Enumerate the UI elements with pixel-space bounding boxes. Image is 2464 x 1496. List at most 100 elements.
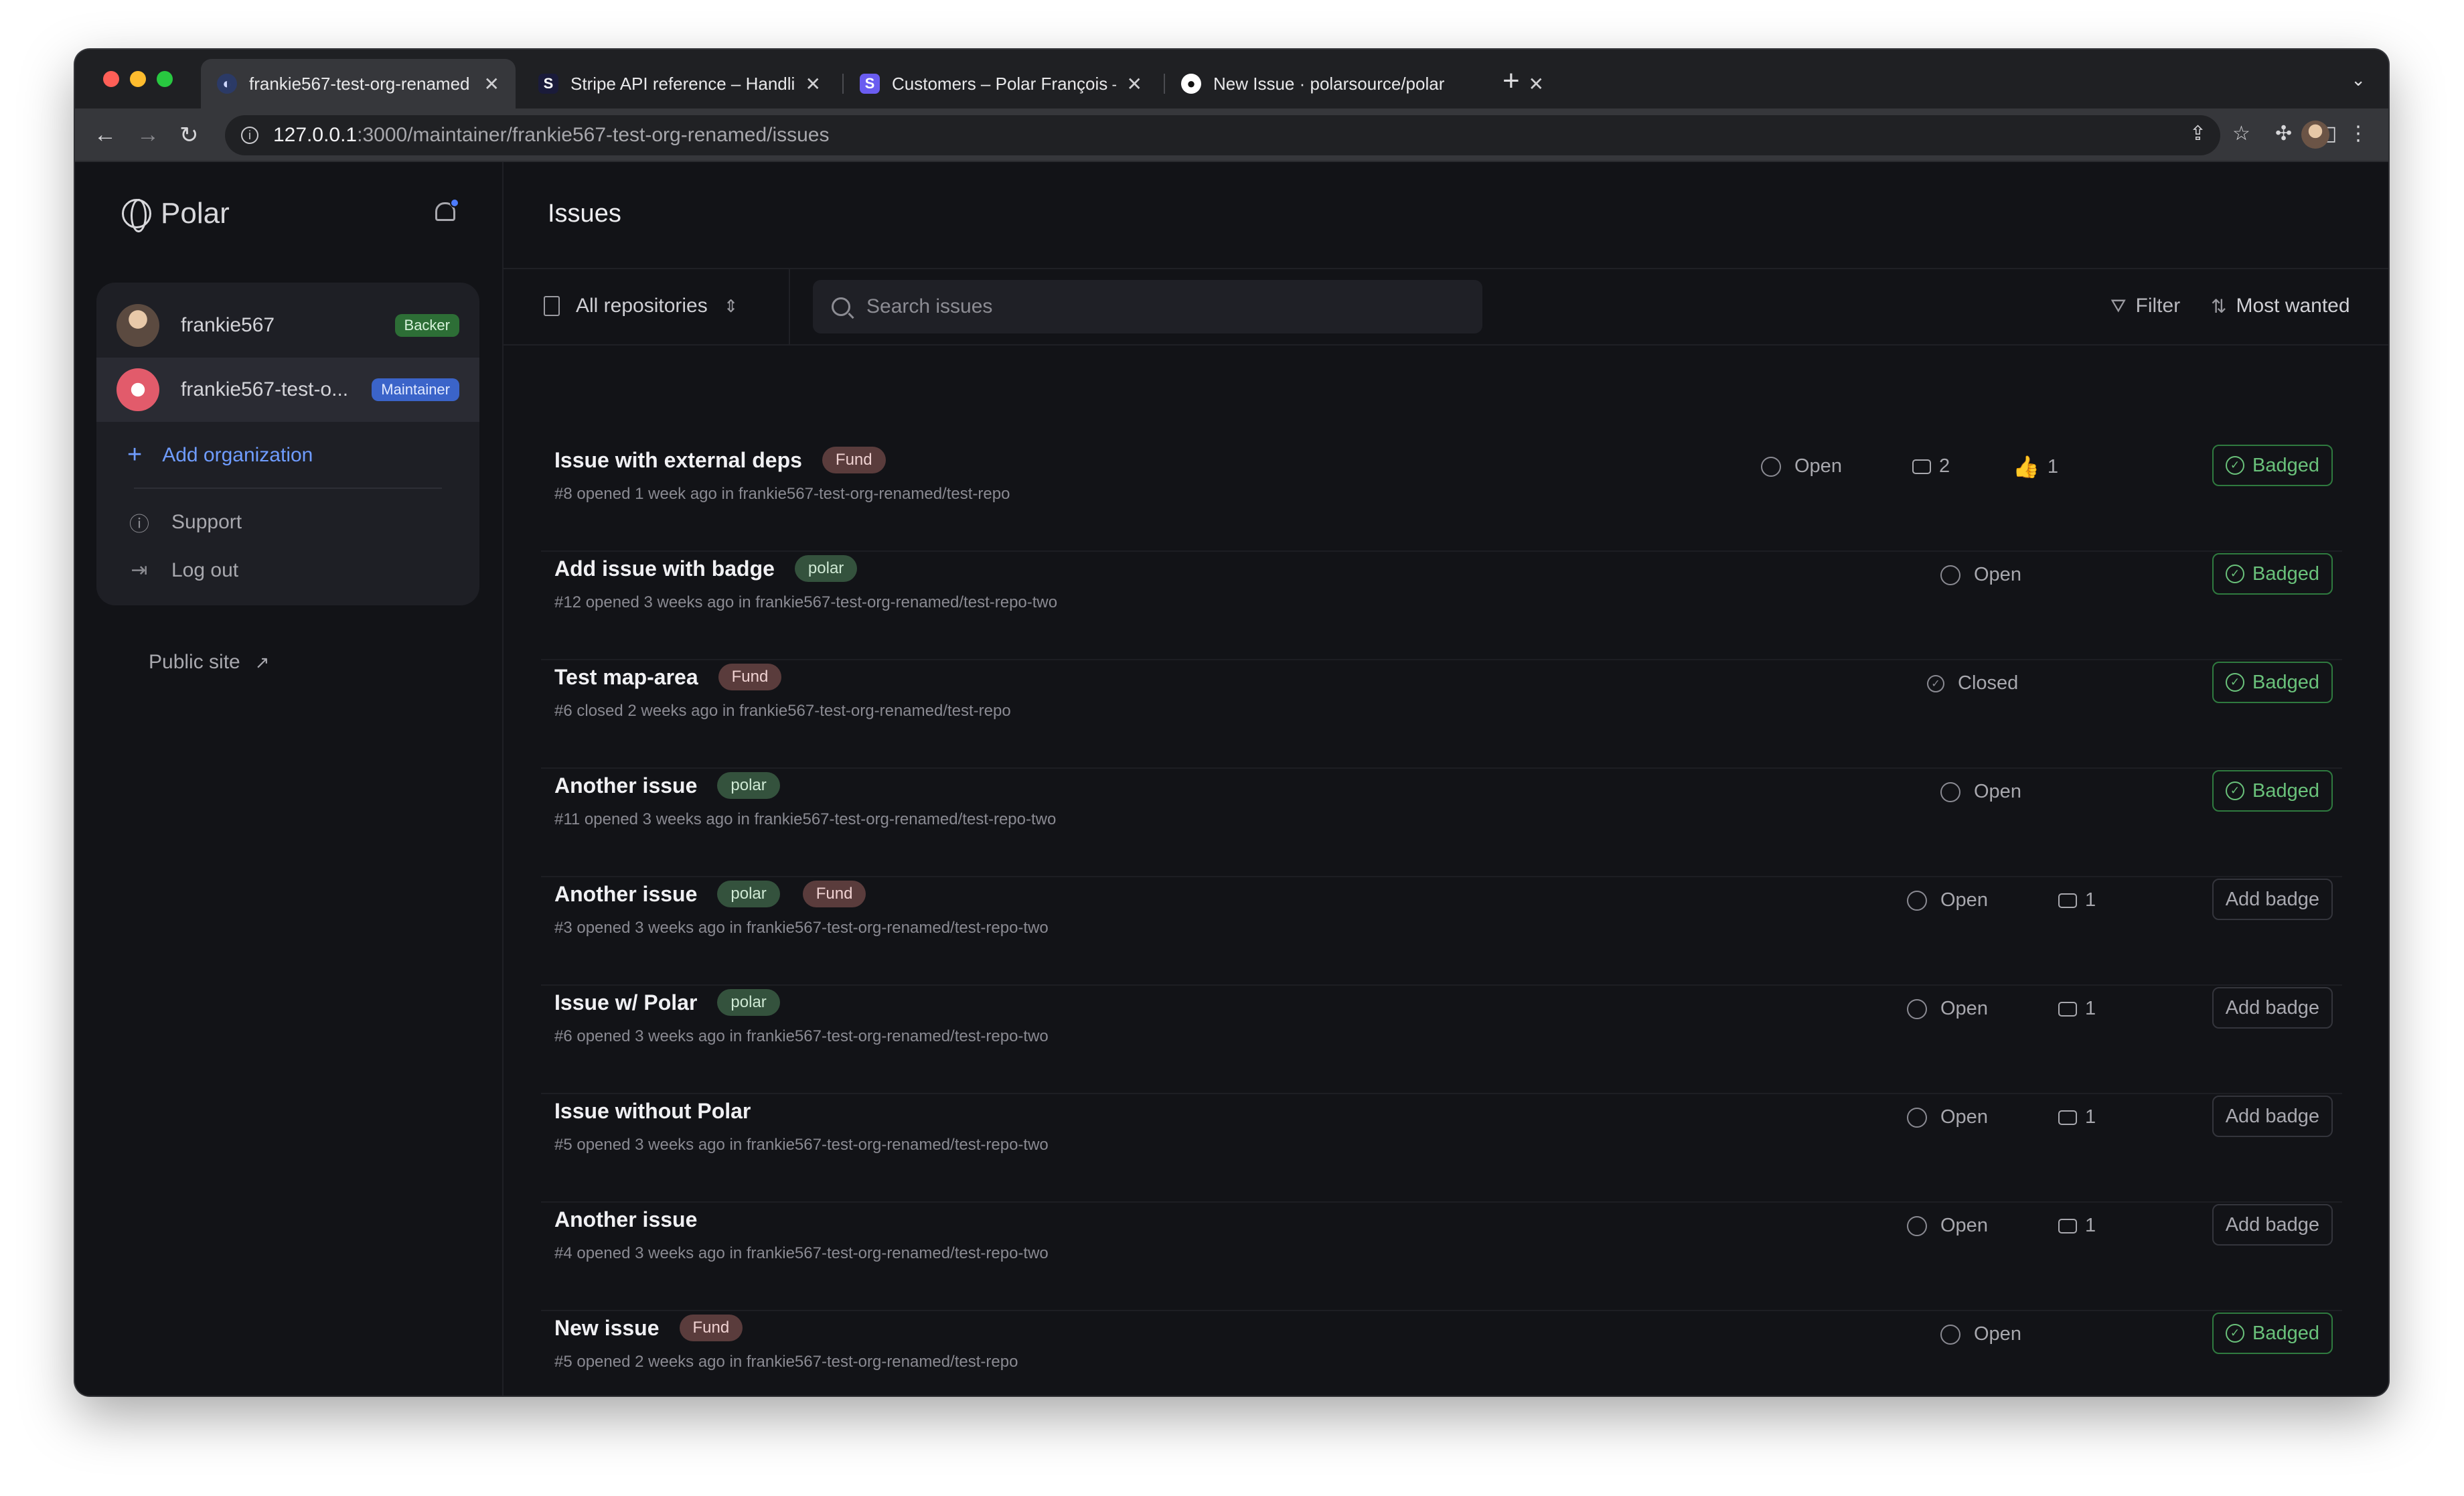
badged-button[interactable]: ✓ Badged (2212, 1313, 2333, 1354)
issue-title[interactable]: Another issue (554, 773, 697, 798)
issue-row[interactable]: Add issue with badge polar #12 opened 3 we… (541, 552, 2342, 660)
issue-meta: #11 opened 3 weeks ago in frankie567-tes… (554, 810, 1057, 828)
share-icon[interactable]: ⇪ (2189, 122, 2206, 145)
browser-tab[interactable]: S Customers – Polar François – ✕ (844, 59, 1158, 108)
close-tab-icon[interactable]: ✕ (1127, 73, 1142, 95)
issue-row[interactable]: Issue with external deps Fund #8 opened 1 … (541, 443, 2342, 552)
issue-title[interactable]: New issue (554, 1316, 660, 1341)
issue-state: Open (1761, 455, 1842, 477)
badge-label: Badged (2252, 779, 2319, 802)
public-site-link[interactable]: Public site ↗ (149, 651, 270, 674)
reload-icon[interactable]: ↻ (179, 122, 199, 149)
open-circle-icon (1907, 890, 1927, 911)
sort-button[interactable]: ⇅ Most wanted (2211, 295, 2350, 317)
check-circle-icon: ✓ (2226, 565, 2244, 583)
badged-button[interactable]: ✓ Badged (2212, 553, 2333, 595)
browser-tab[interactable]: ● New Issue · polarsource/polar ✕ (1165, 59, 1560, 108)
divider (134, 488, 442, 489)
tab-search-chevron-icon[interactable]: ⌄ (2351, 70, 2366, 90)
badge-label: Badged (2252, 563, 2319, 585)
add-badge-button[interactable]: Add badge (2212, 987, 2333, 1029)
issue-row[interactable]: Issue without Polar #5 opened 3 weeks ago… (541, 1094, 2342, 1203)
browser-tab[interactable]: ◐ frankie567-test-org-renamed ✕ (201, 59, 516, 108)
filter-button[interactable]: ⛛ Filter (2110, 295, 2180, 317)
badge-label: Badged (2252, 671, 2319, 693)
issue-state-label: Open (1974, 781, 2021, 802)
issue-label: polar (717, 881, 780, 907)
issue-row[interactable]: Test map-area Fund #6 closed 2 weeks ago i… (541, 660, 2342, 769)
maximize-window-button[interactable] (157, 71, 173, 87)
close-tab-icon[interactable]: ✕ (1529, 73, 1544, 95)
forward-icon[interactable]: → (137, 122, 159, 148)
close-tab-icon[interactable]: ✕ (805, 73, 821, 95)
plus-icon: + (127, 441, 143, 469)
minimize-window-button[interactable] (130, 71, 146, 87)
badge-label: Add badge (2225, 888, 2319, 910)
org-name: frankie567-test-o... (181, 378, 349, 400)
issue-title[interactable]: Issue w/ Polar (554, 990, 697, 1015)
issue-title[interactable]: Add issue with badge (554, 556, 775, 581)
badged-button[interactable]: ✓ Badged (2212, 445, 2333, 486)
issue-state-label: Closed (1958, 672, 2019, 694)
comment-bubble-icon (2058, 1218, 2077, 1233)
search-input[interactable]: Search issues (813, 280, 1482, 333)
comments-count: 1 (2058, 1106, 2096, 1128)
issue-state: ✓ Closed (1927, 672, 2018, 694)
chevron-up-down-icon: ⇕ (723, 295, 739, 316)
issue-title[interactable]: Another issue (554, 1207, 697, 1232)
add-badge-button[interactable]: Add badge (2212, 879, 2333, 920)
issue-row[interactable]: Issue w/ Polar polar #6 opened 3 weeks ago… (541, 986, 2342, 1094)
issue-row[interactable]: Another issue #4 opened 3 weeks ago in fr… (541, 1203, 2342, 1311)
issue-row[interactable]: Another issue polar Fund #3 opened 3 weeks … (541, 877, 2342, 986)
close-window-button[interactable] (103, 71, 119, 87)
issue-state-label: Open (1974, 564, 2021, 585)
address-bar[interactable]: i 127.0.0.1:3000/maintainer/frankie567-t… (225, 115, 2220, 155)
issue-title[interactable]: Test map-area (554, 665, 698, 690)
comments-number: 2 (1939, 455, 1950, 477)
add-badge-button[interactable]: Add badge (2212, 1204, 2333, 1246)
check-circle-icon: ✓ (2226, 781, 2244, 800)
sort-arrows-icon: ⇅ (2211, 295, 2227, 317)
issue-row[interactable]: New issue Fund #5 opened 2 weeks ago in fr… (541, 1311, 2342, 1396)
notification-dot (450, 198, 459, 208)
extensions-puzzle-icon[interactable]: ✣ (2275, 122, 2292, 145)
issue-title[interactable]: Another issue (554, 882, 697, 907)
add-organization-button[interactable]: + Add organization (127, 441, 313, 469)
profile-avatar[interactable] (2301, 121, 2329, 149)
support-link[interactable]: ⓘ Support (127, 508, 242, 537)
issue-state: Open (1907, 1215, 1988, 1237)
browser-tab[interactable]: S Stripe API reference – Handlin ✕ (522, 59, 837, 108)
issue-row[interactable]: Another issue polar #11 opened 3 weeks ago… (541, 769, 2342, 877)
notifications-bell-icon[interactable] (433, 198, 459, 225)
bookmark-star-icon[interactable]: ☆ (2232, 122, 2250, 145)
app-content: Polar frankie567 Backer frankie567-test-… (75, 162, 2388, 1396)
badged-button[interactable]: ✓ Badged (2212, 770, 2333, 812)
check-circle-icon: ✓ (2226, 1324, 2244, 1343)
issue-state: Open (1907, 889, 1988, 911)
open-circle-icon (1940, 781, 1960, 802)
issue-title[interactable]: Issue with external deps (554, 448, 802, 473)
issue-meta: #6 closed 2 weeks ago in frankie567-test… (554, 702, 1011, 720)
logout-link[interactable]: ⇥ Log out (127, 558, 238, 582)
issue-state-label: Open (1940, 1106, 1988, 1128)
filter-label: Filter (2135, 295, 2181, 317)
org-switcher-card: frankie567 Backer frankie567-test-o... M… (96, 283, 479, 605)
tab-title: Stripe API reference – Handlin (570, 73, 795, 94)
add-badge-button[interactable]: Add badge (2212, 1096, 2333, 1137)
browser-menu-icon[interactable]: ⋮ (2348, 122, 2368, 145)
badge-label: Badged (2252, 1322, 2319, 1344)
badge-label: Add badge (2225, 996, 2319, 1019)
badged-button[interactable]: ✓ Badged (2212, 662, 2333, 703)
site-info-icon[interactable]: i (241, 127, 258, 144)
comment-bubble-icon (1912, 459, 1931, 474)
repository-selector[interactable]: All repositories ⇕ (544, 295, 739, 317)
new-tab-icon[interactable]: + (1503, 64, 1520, 98)
org-item-test-org[interactable]: frankie567-test-o... Maintainer (96, 358, 479, 422)
polar-logo[interactable]: Polar (122, 197, 230, 232)
issue-state: Open (1907, 1106, 1988, 1128)
issue-title[interactable]: Issue without Polar (554, 1099, 751, 1124)
search-icon (832, 297, 850, 316)
close-tab-icon[interactable]: ✕ (484, 73, 499, 95)
org-item-frankie567[interactable]: frankie567 Backer (96, 293, 479, 358)
back-icon[interactable]: ← (94, 122, 117, 148)
